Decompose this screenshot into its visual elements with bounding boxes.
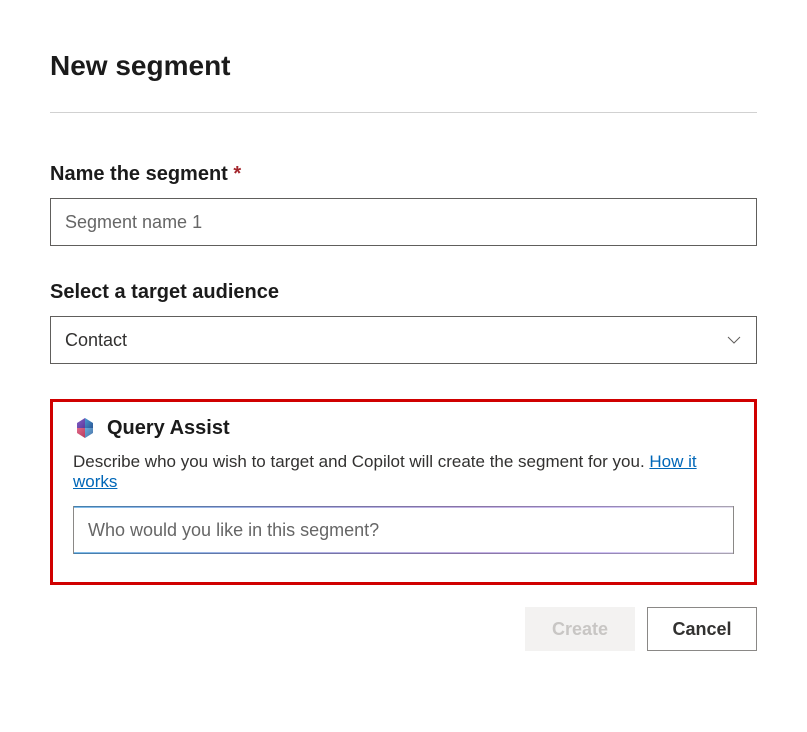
create-button: Create <box>525 607 635 651</box>
page-title: New segment <box>50 50 757 82</box>
query-assist-input[interactable] <box>73 506 734 554</box>
divider <box>50 112 757 113</box>
query-assist-description-text: Describe who you wish to target and Copi… <box>73 452 649 471</box>
chevron-down-icon <box>726 332 742 348</box>
button-row: Create Cancel <box>50 607 757 651</box>
copilot-icon <box>73 416 97 440</box>
query-assist-title: Query Assist <box>107 417 230 440</box>
gradient-top <box>74 506 733 508</box>
audience-field-group: Select a target audience Contact <box>50 281 757 364</box>
query-assist-header: Query Assist <box>73 416 734 440</box>
audience-select-wrapper: Contact <box>50 316 757 364</box>
gradient-bottom <box>74 552 733 554</box>
required-asterisk: * <box>233 163 241 185</box>
query-input-wrapper <box>73 506 734 554</box>
query-assist-panel: Query Assist Describe who you wish to ta… <box>50 399 757 585</box>
audience-selected-value: Contact <box>65 330 127 351</box>
cancel-button[interactable]: Cancel <box>647 607 757 651</box>
name-field-label: Name the segment * <box>50 163 757 186</box>
name-field-group: Name the segment * <box>50 163 757 246</box>
audience-field-label: Select a target audience <box>50 281 757 304</box>
segment-name-input[interactable] <box>50 198 757 246</box>
query-assist-description: Describe who you wish to target and Copi… <box>73 452 734 492</box>
audience-select[interactable]: Contact <box>50 316 757 364</box>
name-label-text: Name the segment <box>50 163 228 185</box>
